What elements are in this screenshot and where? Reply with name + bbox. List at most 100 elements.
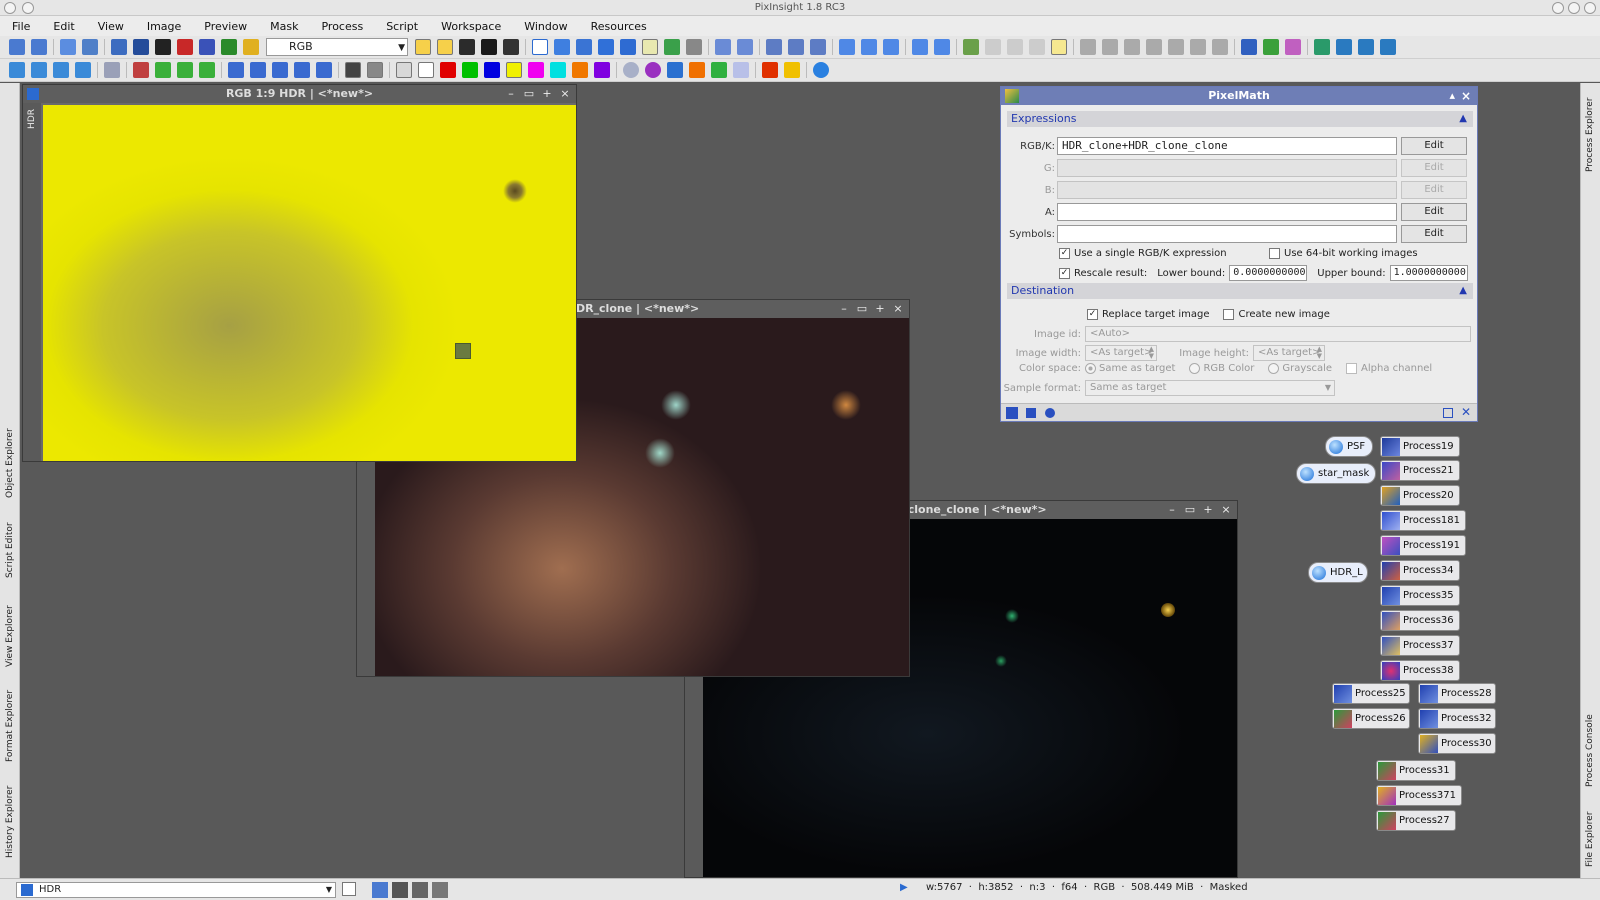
process-icon-process21[interactable]: Process21	[1380, 460, 1460, 481]
edit-rgbk-button[interactable]: Edit	[1401, 137, 1467, 155]
process-icon-process38[interactable]: Process38	[1380, 660, 1460, 681]
tool-4-icon[interactable]	[75, 62, 91, 78]
duplicate-icon[interactable]	[133, 39, 149, 55]
tab-history-explorer[interactable]: History Explorer	[0, 773, 20, 871]
color-green-icon[interactable]	[462, 62, 478, 78]
sphere-icon[interactable]	[645, 62, 661, 78]
minimize-icon[interactable]: –	[837, 301, 851, 317]
tab-object-explorer[interactable]: Object Explorer	[0, 419, 20, 507]
image-window-hdr[interactable]: RGB 1:9 HDR | <*new*> – ▭ + × HDR	[22, 84, 577, 462]
process-icon-process371[interactable]: Process371	[1376, 785, 1462, 806]
menu-workspace[interactable]: Workspace	[441, 20, 501, 33]
preview-marker[interactable]	[455, 343, 471, 359]
sample-format-select[interactable]: Same as target ▼	[1085, 380, 1335, 396]
undo-icon[interactable]	[9, 39, 25, 55]
apply-global-icon[interactable]	[1045, 408, 1055, 418]
nav-7-icon[interactable]	[1212, 39, 1228, 55]
image-width-spinbox[interactable]: <As target> ▲ ▼	[1085, 345, 1157, 361]
process-icon-process25[interactable]: Process25	[1332, 683, 1410, 704]
mask-icon[interactable]	[437, 39, 453, 55]
layout-2-icon[interactable]	[392, 882, 408, 898]
channel-select[interactable]: RGB ▼	[266, 38, 408, 56]
edit-g-button[interactable]: Edit	[1401, 159, 1467, 177]
stf-5-icon[interactable]	[1336, 39, 1352, 55]
dialog-title-bar[interactable]: PixelMath ▴ ×	[1001, 87, 1477, 105]
edit-symbols-button[interactable]: Edit	[1401, 225, 1467, 243]
invert-icon[interactable]	[396, 62, 412, 78]
play-icon[interactable]: ▶	[900, 882, 908, 893]
menu-resources[interactable]: Resources	[591, 20, 647, 33]
window-restore-icon[interactable]	[861, 39, 877, 55]
nav-4-icon[interactable]	[1146, 39, 1162, 55]
geom-3-icon[interactable]	[272, 62, 288, 78]
pin-icon[interactable]	[22, 2, 34, 14]
play-icon[interactable]	[762, 62, 778, 78]
preview-icon[interactable]	[415, 39, 431, 55]
shade-icon[interactable]: ▴	[1449, 87, 1455, 105]
stf-6-icon[interactable]	[1358, 39, 1374, 55]
color-yellow-icon[interactable]	[506, 62, 522, 78]
window-shade-icon[interactable]	[883, 39, 899, 55]
lower-bound-field[interactable]: 0.0000000000	[1229, 265, 1308, 281]
rgbk-expression-field[interactable]: HDR_clone+HDR_clone_clone	[1057, 137, 1397, 155]
layer-icon[interactable]	[459, 39, 475, 55]
maximize-icon[interactable]: +	[540, 86, 554, 102]
shade-icon[interactable]: ▭	[1183, 502, 1197, 518]
gray-1-icon[interactable]	[345, 62, 361, 78]
geom-2-icon[interactable]	[250, 62, 266, 78]
zoom-in-icon[interactable]	[715, 39, 731, 55]
stf-2-icon[interactable]	[1263, 39, 1279, 55]
toggle-2-icon[interactable]	[1007, 39, 1023, 55]
layer2-icon[interactable]	[481, 39, 497, 55]
zoom-fit-icon[interactable]	[554, 39, 570, 55]
replace-target-checkbox[interactable]: ✓	[1087, 309, 1098, 320]
same-as-target-radio[interactable]	[1085, 363, 1096, 374]
black-icon[interactable]	[155, 39, 171, 55]
sync-icon[interactable]	[813, 62, 829, 78]
cube-icon[interactable]	[667, 62, 683, 78]
cascade-icon[interactable]	[934, 39, 950, 55]
layout-4-icon[interactable]	[432, 882, 448, 898]
nav-2-icon[interactable]	[1102, 39, 1118, 55]
tool-7-icon[interactable]	[155, 62, 171, 78]
g-expression-field[interactable]	[1057, 159, 1397, 177]
reset-icon[interactable]: ✕	[1461, 405, 1471, 419]
nav-5-icon[interactable]	[1168, 39, 1184, 55]
menu-mask[interactable]: Mask	[270, 20, 298, 33]
image-id-field[interactable]: <Auto>	[1085, 326, 1471, 342]
collapse-icon[interactable]: ▲	[1459, 111, 1467, 127]
color-magenta-icon[interactable]	[528, 62, 544, 78]
tab-process-console[interactable]: Process Console	[1580, 703, 1600, 799]
note-icon[interactable]	[642, 39, 658, 55]
menu-file[interactable]: File	[12, 20, 30, 33]
process-icon-process32[interactable]: Process32	[1418, 708, 1496, 729]
toggle-4-icon[interactable]	[1051, 39, 1067, 55]
process-icon-process31[interactable]: Process31	[1376, 760, 1456, 781]
alpha-channel-checkbox[interactable]	[1346, 363, 1358, 374]
redo-icon[interactable]	[31, 39, 47, 55]
image-icon-star-mask[interactable]: star_mask	[1296, 463, 1376, 484]
process-icon-process19[interactable]: Process19	[1380, 436, 1460, 457]
red-icon[interactable]	[177, 39, 193, 55]
image-icon-hdr-l[interactable]: HDR_L	[1308, 562, 1368, 583]
close-icon[interactable]: ×	[558, 86, 572, 102]
spin-icon[interactable]: ▲ ▼	[1317, 346, 1322, 360]
close-icon[interactable]: ×	[891, 301, 905, 317]
triangle-green-icon[interactable]	[711, 62, 727, 78]
window-fit-icon[interactable]	[839, 39, 855, 55]
menu-view[interactable]: View	[98, 20, 124, 33]
menu-preview[interactable]: Preview	[204, 20, 247, 33]
tool-6-icon[interactable]	[133, 62, 149, 78]
pixelmath-dialog[interactable]: PixelMath ▴ × Expressions ▲ RGB/K: HDR_c…	[1000, 86, 1478, 422]
minimize-icon[interactable]: –	[504, 86, 518, 102]
process-icon-process37[interactable]: Process37	[1380, 635, 1460, 656]
stf-4-icon[interactable]	[1314, 39, 1330, 55]
tab-process-explorer[interactable]: Process Explorer	[1580, 87, 1600, 183]
channel-icon[interactable]	[243, 39, 259, 55]
tab-view-explorer[interactable]: View Explorer	[0, 593, 20, 679]
blue-icon[interactable]	[199, 39, 215, 55]
rgb-color-radio[interactable]	[1189, 363, 1201, 374]
b-expression-field[interactable]	[1057, 181, 1397, 199]
tab-script-editor[interactable]: Script Editor	[0, 509, 20, 591]
pan-icon[interactable]	[532, 39, 548, 55]
